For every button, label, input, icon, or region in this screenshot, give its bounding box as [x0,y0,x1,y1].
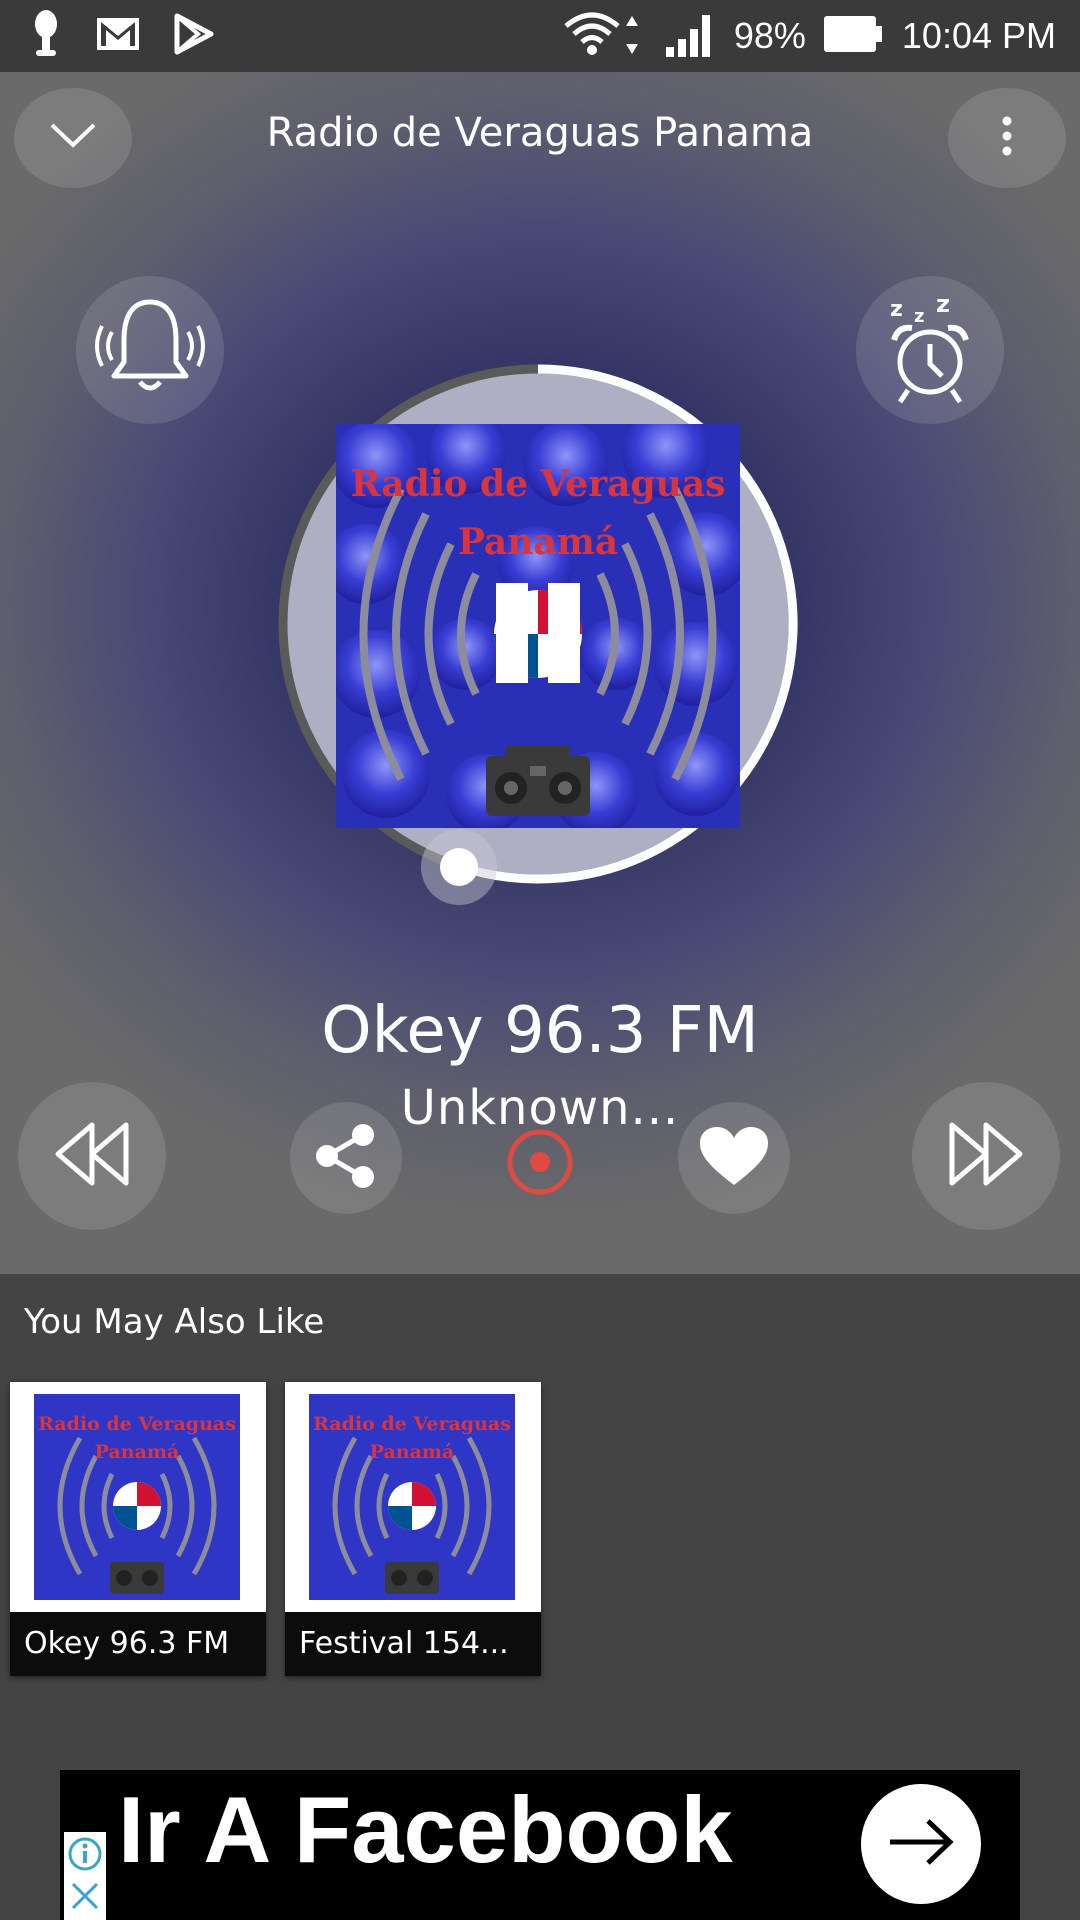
sleep-timer-button[interactable]: z z z [856,276,1004,424]
battery-percent: 98% [733,15,806,56]
recommendation-card[interactable]: Radio de Veraguas Panamá Festival 154... [285,1382,541,1676]
alarm-button[interactable] [76,276,224,424]
mic-icon [30,10,62,62]
svg-text:Radio de Veraguas: Radio de Veraguas [313,1413,511,1435]
artwork-text-line1: Radio de Veraguas [351,463,726,505]
card-label: Festival 154... [285,1612,541,1676]
recommendation-card[interactable]: Radio de Veraguas Panamá Okey 96.3 FM [10,1382,266,1676]
play-store-icon [174,13,214,59]
share-button[interactable] [290,1102,402,1214]
pause-icon [484,583,592,691]
status-bar: 98% 10:04 PM [0,0,1080,72]
more-options-button[interactable] [948,88,1066,188]
artwork-progress-ring[interactable]: Radio de Veraguas Panamá [278,364,798,905]
fast-forward-icon [948,1121,1024,1191]
progress-knob[interactable] [421,828,498,905]
clock: 10:04 PM [901,15,1056,56]
svg-text:Panamá: Panamá [95,1441,180,1463]
pause-button[interactable] [484,579,592,687]
info-icon [67,1836,103,1876]
svg-text:Panamá: Panamá [370,1441,455,1463]
ad-arrow-button[interactable] [861,1784,981,1904]
card-thumbnail: Radio de Veraguas Panamá [34,1394,240,1600]
player-panel: Radio de Veraguas Panama z z z Radio de … [0,72,1080,1274]
more-vertical-icon [1001,116,1013,160]
svg-text:z: z [914,306,924,327]
favorite-button[interactable] [678,1102,790,1214]
ad-banner[interactable]: Ir A Facebook [60,1770,1020,1920]
section-title: You May Also Like [24,1302,325,1342]
record-button[interactable] [492,1116,588,1212]
svg-text:Radio de Veraguas: Radio de Veraguas [38,1413,236,1435]
artwork-text-line2: Panamá [458,521,618,563]
svg-text:z: z [936,290,950,318]
card-label: Okey 96.3 FM [10,1612,266,1676]
close-icon[interactable] [69,1880,101,1916]
station-title: Radio de Veraguas Panama [266,110,814,156]
heart-icon [698,1125,770,1191]
now-playing-station: Okey 96.3 FM [321,994,759,1068]
gmail-icon [96,17,140,55]
signal-icon [664,11,716,61]
alarm-bell-icon [94,296,206,404]
rewind-icon [54,1121,130,1191]
record-icon [505,1127,575,1201]
battery-icon [823,14,884,58]
fast-forward-button[interactable] [912,1082,1060,1230]
sleep-timer-icon: z z z [880,290,980,410]
card-thumbnail: Radio de Veraguas Panamá [309,1394,515,1600]
rewind-button[interactable] [18,1082,166,1230]
ad-text: Ir A Facebook [118,1777,733,1882]
share-icon [313,1123,379,1193]
arrow-right-icon [886,1817,956,1871]
wifi-icon [562,10,646,62]
chevron-down-icon [48,121,98,155]
ad-choices[interactable] [64,1832,106,1920]
collapse-button[interactable] [14,88,132,188]
boombox [486,746,590,816]
svg-text:z: z [890,297,903,322]
